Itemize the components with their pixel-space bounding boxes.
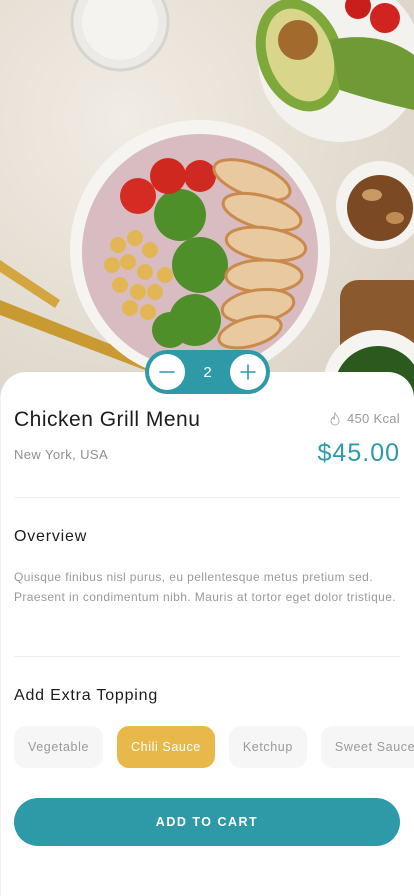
food-photo-illustration (0, 0, 414, 400)
flame-icon (330, 411, 340, 426)
product-title: Chicken Grill Menu (14, 408, 201, 431)
overview-description: Quisque finibus nisl purus, eu pellentes… (14, 570, 397, 604)
divider (14, 497, 400, 498)
minus-icon (159, 371, 175, 373)
topping-chip-ketchup[interactable]: Ketchup (228, 726, 307, 768)
divider (14, 656, 400, 657)
product-location: New York, USA (14, 447, 109, 462)
calories-value: 450 Kcal (347, 411, 400, 426)
topping-chip-chili-sauce[interactable]: Chili Sauce (117, 726, 215, 768)
calories-info: 450 Kcal (329, 411, 400, 426)
product-price: $45.00 (317, 439, 400, 467)
food-hero-image (0, 0, 414, 400)
increase-quantity-button[interactable] (230, 354, 266, 390)
toppings-heading: Add Extra Topping (14, 687, 159, 704)
quantity-stepper: 2 (145, 350, 270, 394)
add-to-cart-button[interactable]: ADD TO CART (14, 798, 400, 846)
decrease-quantity-button[interactable] (149, 354, 185, 390)
topping-chip-vegetable[interactable]: Vegetable (14, 726, 104, 768)
overview-heading: Overview (14, 528, 88, 545)
plus-icon (240, 364, 256, 380)
quantity-value: 2 (203, 363, 212, 381)
toppings-list: Vegetable Chili Sauce Ketchup Sweet Sauc… (14, 726, 414, 768)
topping-chip-sweet-sauce[interactable]: Sweet Sauce (320, 726, 414, 768)
